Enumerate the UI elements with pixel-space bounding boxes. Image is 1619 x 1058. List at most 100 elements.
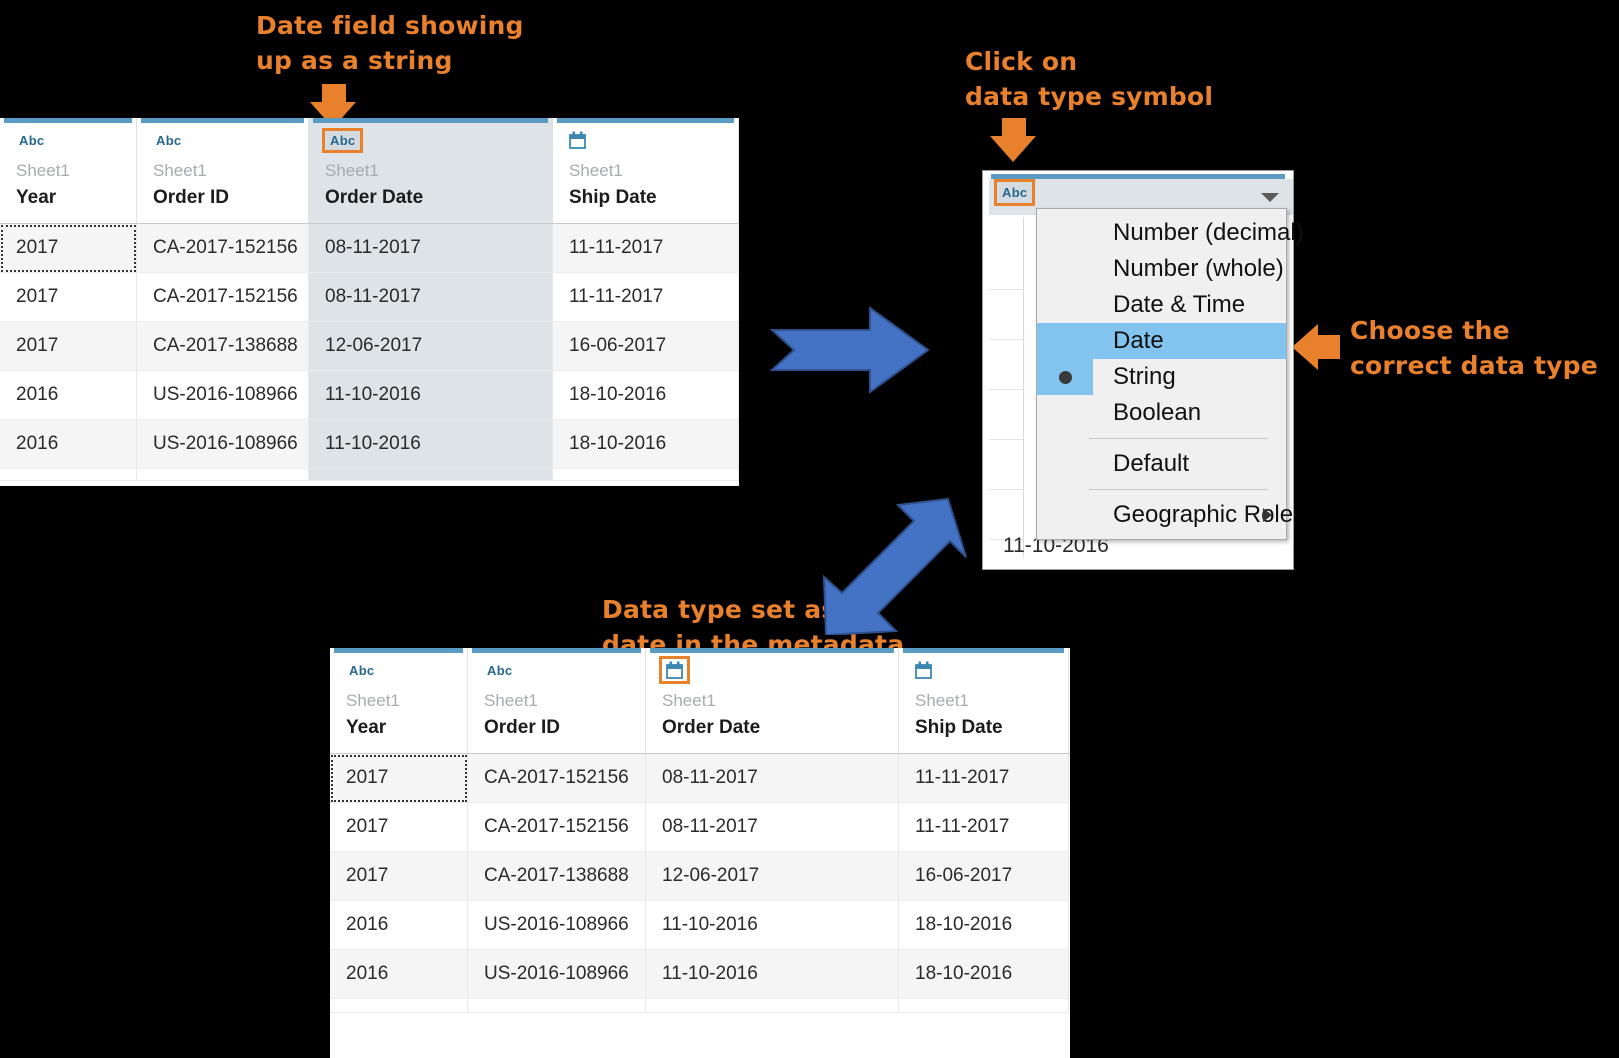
menu-item-date[interactable]: Date (1037, 323, 1286, 359)
table-row-partial[interactable] (330, 999, 1070, 1013)
cell-ship-date[interactable]: 16-06-2017 (899, 852, 1069, 901)
cell-ship-date[interactable]: 16-06-2017 (553, 322, 739, 371)
cell-order-id[interactable] (137, 469, 309, 481)
cell-order-id[interactable]: CA-2017-152156 (468, 803, 646, 852)
cell-year[interactable]: 2017 (330, 754, 468, 803)
cell-ship-date[interactable]: 18-10-2016 (899, 950, 1069, 999)
table-row[interactable]: 2016 US-2016-108966 11-10-2016 18-10-201… (330, 901, 1070, 950)
table-row[interactable]: 2016 US-2016-108966 11-10-2016 18-10-201… (0, 420, 739, 469)
cell-year[interactable] (0, 469, 137, 481)
cell-ship-date[interactable]: 18-10-2016 (553, 371, 739, 420)
cell-ship-date[interactable]: 11-11-2017 (899, 754, 1069, 803)
column-type-indicator[interactable] (553, 123, 738, 157)
bottom-data-grid[interactable]: Abc Sheet1 Year Abc Sheet1 Order ID Shee… (330, 648, 1070, 1058)
top-data-grid[interactable]: Abc Sheet1 Year Abc Sheet1 Order ID Abc … (0, 118, 739, 486)
cell-order-id[interactable]: CA-2017-152156 (137, 273, 309, 322)
menu-item-number-decimal[interactable]: Number (decimal) (1037, 215, 1304, 251)
table-row[interactable]: 2016 US-2016-108966 11-10-2016 18-10-201… (330, 950, 1070, 999)
cell-order-id[interactable]: CA-2017-152156 (137, 224, 309, 273)
table-row[interactable]: 2017 CA-2017-152156 08-11-2017 11-11-201… (0, 273, 739, 322)
column-type-indicator[interactable] (899, 653, 1068, 687)
data-type-dropdown-menu[interactable]: Number (decimal) Number (whole) Date & T… (1036, 208, 1304, 540)
column-header-order-date[interactable]: Sheet1 Order Date (646, 648, 899, 753)
cell-order-date[interactable]: 11-10-2016 (646, 901, 899, 950)
cell-ship-date[interactable]: 18-10-2016 (899, 901, 1069, 950)
menu-item-default[interactable]: Default (1037, 446, 1286, 482)
column-type-indicator[interactable]: Abc (137, 123, 308, 157)
cell-order-id[interactable]: US-2016-108966 (468, 950, 646, 999)
cell-year[interactable]: 2017 (330, 852, 468, 901)
column-type-indicator[interactable]: Abc (468, 653, 645, 687)
menu-item-boolean[interactable]: Boolean (1037, 395, 1286, 431)
cell-order-id[interactable]: CA-2017-138688 (137, 322, 309, 371)
column-header-order-id[interactable]: Abc Sheet1 Order ID (468, 648, 646, 753)
cell-year[interactable]: 2016 (0, 420, 137, 469)
cell-order-date[interactable]: 11-10-2016 (309, 371, 553, 420)
cell-order-date[interactable]: 11-10-2016 (646, 950, 899, 999)
cell-ship-date[interactable]: 11-11-2017 (553, 224, 739, 273)
calendar-icon[interactable] (569, 131, 586, 149)
table-row[interactable]: 2017 CA-2017-138688 12-06-2017 16-06-201… (330, 852, 1070, 901)
abc-icon[interactable]: Abc (346, 662, 377, 679)
menu-item-string[interactable]: String (1037, 359, 1286, 395)
cell-order-date[interactable]: 08-11-2017 (646, 803, 899, 852)
calendar-icon[interactable] (659, 656, 690, 684)
cell-ship-date[interactable] (553, 469, 739, 481)
calendar-icon[interactable] (915, 661, 932, 679)
cell-year[interactable] (330, 999, 468, 1013)
cell-ship-date[interactable]: 11-11-2017 (899, 803, 1069, 852)
table-row[interactable]: 2017 CA-2017-152156 08-11-2017 11-11-201… (330, 803, 1070, 852)
cell-ship-date[interactable] (899, 999, 1069, 1013)
cell-order-date[interactable]: 12-06-2017 (646, 852, 899, 901)
menu-item-label: Date (1113, 327, 1164, 354)
cell-order-date[interactable] (309, 469, 553, 481)
column-type-indicator[interactable]: Abc (309, 123, 552, 157)
column-type-indicator[interactable]: Abc (0, 123, 136, 157)
column-type-indicator[interactable]: Abc (330, 653, 467, 687)
table-row[interactable]: 2016 US-2016-108966 11-10-2016 18-10-201… (0, 371, 739, 420)
abc-icon[interactable]: Abc (993, 179, 1036, 206)
menu-item-geographic-role[interactable]: Geographic Role (1037, 497, 1293, 533)
column-header-order-date[interactable]: Abc Sheet1 Order Date (309, 118, 553, 223)
cell-ship-date[interactable]: 18-10-2016 (553, 420, 739, 469)
cell-year[interactable]: 2016 (330, 950, 468, 999)
cell-order-date[interactable]: 11-10-2016 (309, 420, 553, 469)
abc-icon[interactable]: Abc (484, 662, 515, 679)
table-row[interactable]: 2017 CA-2017-152156 08-11-2017 11-11-201… (330, 754, 1070, 803)
column-header-ship-date[interactable]: Sheet1 Ship Date (553, 118, 739, 223)
cell-year[interactable]: 2016 (330, 901, 468, 950)
cell-order-date[interactable]: 08-11-2017 (309, 273, 553, 322)
column-name-label: Order ID (153, 187, 230, 208)
table-row[interactable]: 2017 CA-2017-138688 12-06-2017 16-06-201… (0, 322, 739, 371)
column-header-ship-date[interactable]: Sheet1 Ship Date (899, 648, 1069, 753)
cell-order-id[interactable]: US-2016-108966 (137, 371, 309, 420)
column-type-indicator[interactable] (646, 653, 898, 687)
cell-order-date[interactable]: 08-11-2017 (309, 224, 553, 273)
table-row[interactable]: 2017 CA-2017-152156 08-11-2017 11-11-201… (0, 224, 739, 273)
cell-year[interactable]: 2017 (0, 322, 137, 371)
chevron-down-icon[interactable] (1261, 193, 1279, 202)
cell-year[interactable]: 2017 (0, 273, 137, 322)
menu-item-number-whole[interactable]: Number (whole) (1037, 251, 1286, 287)
cell-order-id[interactable]: US-2016-108966 (468, 901, 646, 950)
column-header-order-id[interactable]: Abc Sheet1 Order ID (137, 118, 309, 223)
cell-order-date[interactable]: 12-06-2017 (309, 322, 553, 371)
data-type-button[interactable]: Abc (993, 179, 1036, 206)
cell-order-date[interactable] (646, 999, 899, 1013)
column-header-year[interactable]: Abc Sheet1 Year (330, 648, 468, 753)
cell-order-date[interactable]: 08-11-2017 (646, 754, 899, 803)
table-row-partial[interactable] (0, 469, 739, 481)
cell-year[interactable]: 2017 (330, 803, 468, 852)
column-header-year[interactable]: Abc Sheet1 Year (0, 118, 137, 223)
abc-icon[interactable]: Abc (16, 132, 47, 149)
cell-year[interactable]: 2017 (0, 224, 137, 273)
abc-icon[interactable]: Abc (321, 127, 364, 153)
cell-ship-date[interactable]: 11-11-2017 (553, 273, 739, 322)
menu-item-date-time[interactable]: Date & Time (1037, 287, 1286, 323)
cell-order-id[interactable]: CA-2017-152156 (468, 754, 646, 803)
cell-order-id[interactable]: US-2016-108966 (137, 420, 309, 469)
cell-order-id[interactable] (468, 999, 646, 1013)
abc-icon[interactable]: Abc (153, 132, 184, 149)
cell-order-id[interactable]: CA-2017-138688 (468, 852, 646, 901)
cell-year[interactable]: 2016 (0, 371, 137, 420)
